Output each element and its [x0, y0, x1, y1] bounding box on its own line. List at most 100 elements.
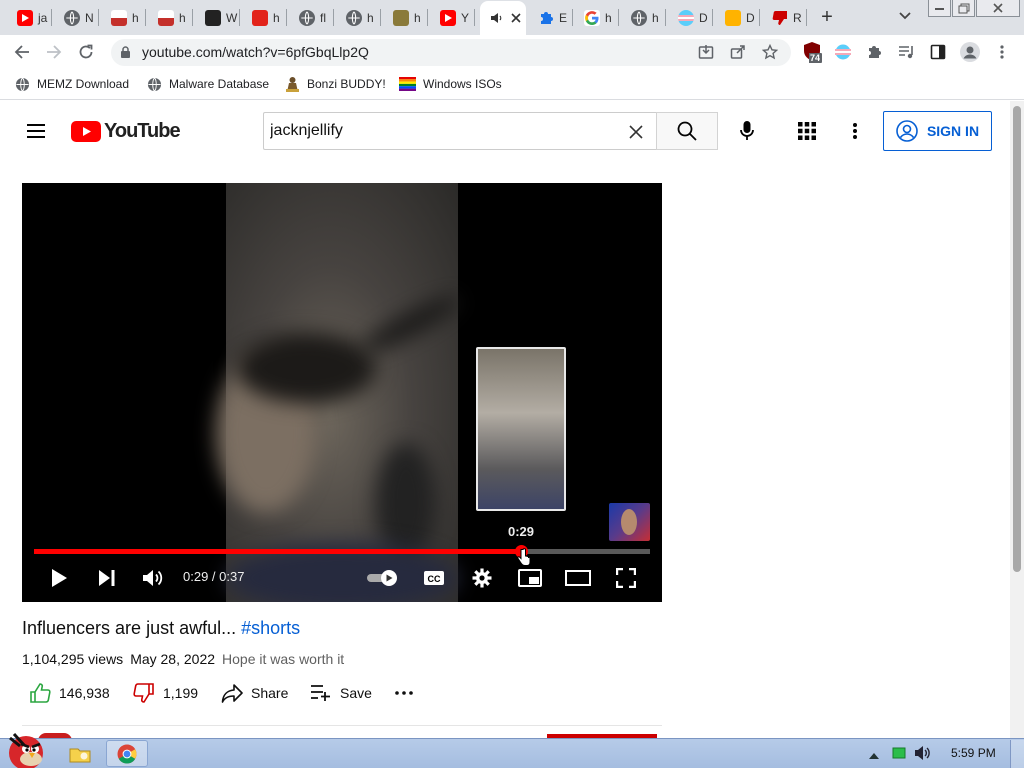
- fullscreen-icon: [616, 568, 636, 588]
- channel-watermark[interactable]: [609, 503, 650, 541]
- restore-button[interactable]: [952, 0, 975, 17]
- browser-tab[interactable]: D: [669, 5, 713, 30]
- back-arrow-icon[interactable]: [10, 40, 34, 64]
- browser-tab[interactable]: h: [243, 5, 287, 30]
- scrollbar-thumb[interactable]: [1013, 106, 1021, 572]
- browser-menu-icon[interactable]: [990, 40, 1014, 64]
- side-panel-icon[interactable]: [926, 40, 950, 64]
- taskbar-folder-icon[interactable]: [62, 740, 98, 767]
- browser-tab[interactable]: ja: [8, 5, 52, 30]
- subtitles-button[interactable]: CC: [421, 565, 447, 591]
- video-title: Influencers are just awful... #shorts: [22, 618, 300, 639]
- globe-icon: [64, 9, 80, 26]
- angry-bird-icon: [9, 732, 43, 768]
- browser-tab[interactable]: E: [529, 5, 573, 30]
- system-tray: [858, 742, 1024, 766]
- start-button[interactable]: [0, 729, 52, 768]
- like-button[interactable]: 146,938: [29, 682, 110, 704]
- sign-in-button[interactable]: SIGN IN: [883, 111, 992, 151]
- bookmark-windows-isos[interactable]: Windows ISOs: [399, 75, 502, 93]
- miniplayer-button[interactable]: [517, 565, 543, 591]
- media-control-icon[interactable]: [894, 40, 918, 64]
- save-button[interactable]: Save: [310, 682, 372, 704]
- bookmark-label: Malware Database: [169, 77, 270, 91]
- browser-tab[interactable]: D: [716, 5, 760, 30]
- settings-more-icon[interactable]: [843, 119, 867, 143]
- tab-title: E: [559, 10, 568, 25]
- apps-grid-icon[interactable]: [795, 119, 819, 143]
- youtube-logo-icon: [71, 120, 101, 142]
- description-snippet[interactable]: Hope it was worth it: [222, 651, 344, 667]
- taskbar-chrome-button[interactable]: [106, 740, 148, 767]
- theater-mode-button[interactable]: [564, 565, 592, 591]
- progress-bar[interactable]: [34, 549, 650, 554]
- next-button[interactable]: [94, 565, 120, 591]
- trans-flag-extension-icon[interactable]: [831, 40, 855, 64]
- bookmark-malware-database[interactable]: Malware Database: [147, 75, 269, 93]
- settings-button[interactable]: [469, 565, 495, 591]
- new-tab-button[interactable]: +: [816, 6, 838, 28]
- bookmark-memz[interactable]: MEMZ Download: [15, 75, 129, 93]
- show-desktop-button[interactable]: [1010, 740, 1024, 768]
- lock-icon[interactable]: [113, 40, 137, 64]
- taskbar-clock[interactable]: 5:59 PM: [951, 746, 996, 760]
- share-button[interactable]: Share: [221, 682, 288, 704]
- search-button[interactable]: [656, 112, 718, 150]
- mute-button[interactable]: [140, 565, 166, 591]
- fullscreen-button[interactable]: [613, 565, 639, 591]
- network-tray-icon[interactable]: [892, 746, 906, 760]
- share-arrow-icon: [221, 684, 243, 703]
- bonzi-icon: [286, 77, 299, 92]
- bookmark-star-icon[interactable]: [758, 40, 782, 64]
- tab-search-chevron-icon[interactable]: [896, 7, 914, 25]
- close-window-button[interactable]: [976, 0, 1020, 17]
- dislike-button[interactable]: 1,199: [133, 682, 198, 704]
- browser-tab[interactable]: h: [149, 5, 193, 30]
- search-box[interactable]: [263, 112, 657, 150]
- close-tab-icon[interactable]: [510, 12, 522, 24]
- svg-text:CC: CC: [428, 574, 441, 584]
- browser-tab[interactable]: h: [384, 5, 428, 30]
- browser-tab[interactable]: W: [196, 5, 240, 30]
- profile-avatar-icon[interactable]: [958, 40, 982, 64]
- time-display: 0:29 / 0:37: [183, 569, 245, 584]
- youtube-logo[interactable]: YouTube: [71, 119, 181, 143]
- bookmark-bonzi-buddy[interactable]: Bonzi BUDDY!: [285, 75, 386, 93]
- youtube-icon: [17, 9, 33, 26]
- voice-search-mic-icon[interactable]: [735, 119, 759, 143]
- hamburger-menu-icon[interactable]: [24, 119, 48, 143]
- forward-arrow-icon[interactable]: [42, 40, 66, 64]
- share-page-icon[interactable]: [726, 40, 750, 64]
- browser-tab[interactable]: R: [763, 5, 807, 30]
- minimize-button[interactable]: [928, 0, 951, 17]
- video-player[interactable]: [22, 183, 662, 602]
- extensions-puzzle-icon[interactable]: [862, 40, 886, 64]
- browser-tab[interactable]: h: [337, 5, 381, 30]
- tab-active[interactable]: [480, 1, 526, 35]
- browser-tab[interactable]: h: [622, 5, 666, 30]
- autoplay-toggle[interactable]: [366, 565, 400, 591]
- hashtag-link[interactable]: #shorts: [241, 618, 300, 638]
- play-button[interactable]: [46, 565, 72, 591]
- browser-tab[interactable]: N: [55, 5, 99, 30]
- tray-show-hidden-icon[interactable]: [868, 748, 880, 759]
- install-app-icon[interactable]: [694, 40, 718, 64]
- autoplay-toggle-icon: [367, 570, 397, 586]
- account-circle-icon: [896, 120, 918, 142]
- video-frame[interactable]: [216, 183, 465, 602]
- volume-tray-icon[interactable]: [914, 745, 932, 761]
- browser-tab[interactable]: fl: [290, 5, 334, 30]
- search-input[interactable]: [270, 121, 610, 141]
- save-label: Save: [340, 685, 372, 701]
- browser-tab[interactable]: h: [102, 5, 146, 30]
- url-text[interactable]: youtube.com/watch?v=6pfGbqLlp2Q: [142, 44, 369, 60]
- tab-title: h: [414, 10, 421, 25]
- reload-icon[interactable]: [74, 40, 98, 64]
- more-actions-button[interactable]: [395, 682, 413, 704]
- clear-search-icon[interactable]: [626, 122, 646, 142]
- tab-separator: [239, 9, 240, 26]
- browser-tab[interactable]: Y: [431, 5, 475, 30]
- speaker-icon: [489, 10, 505, 26]
- tab-title: h: [273, 10, 280, 25]
- browser-tab[interactable]: h: [575, 5, 619, 30]
